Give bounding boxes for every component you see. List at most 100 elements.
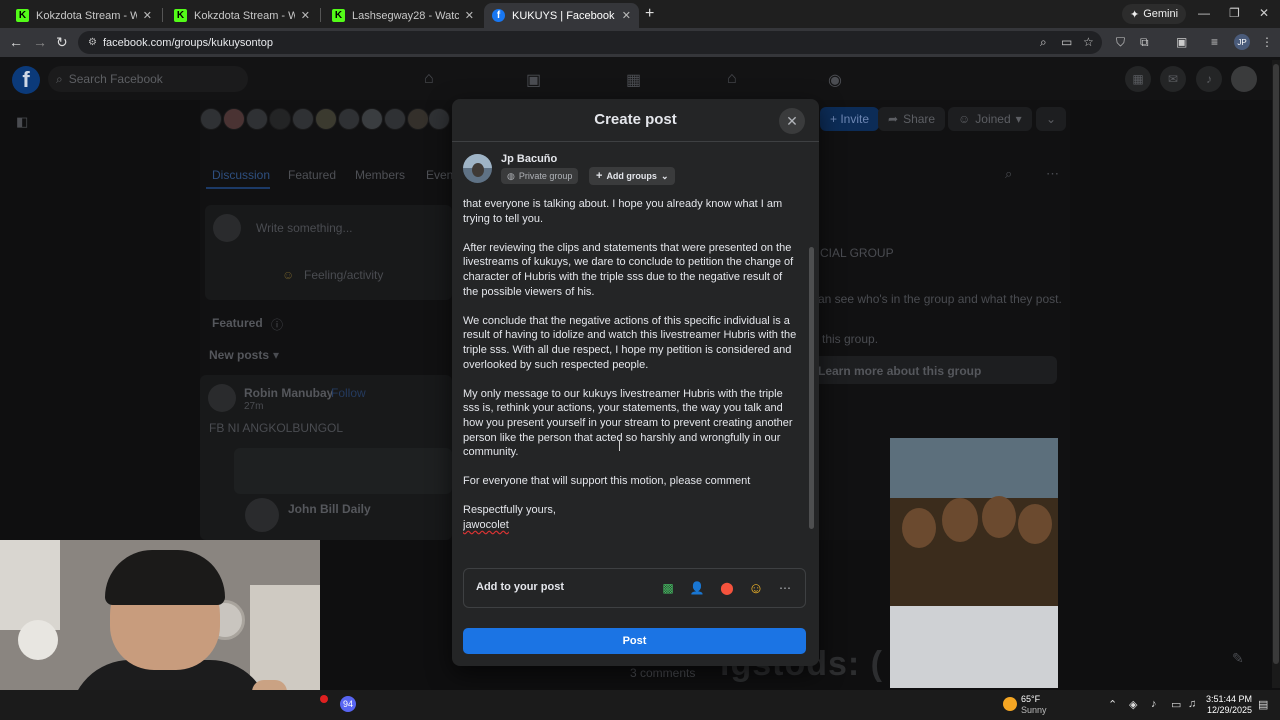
- reload-icon[interactable]: ↻: [56, 34, 68, 51]
- webcam-shelf: [250, 585, 320, 695]
- profile-avatar[interactable]: JP: [1234, 34, 1250, 50]
- close-dialog-button[interactable]: ✕: [779, 108, 805, 134]
- video-icon[interactable]: ▣: [526, 70, 541, 90]
- home-icon[interactable]: ⌂: [424, 70, 434, 88]
- close-icon[interactable]: ✕: [622, 9, 631, 22]
- post-author-name[interactable]: Robin Manubay: [244, 386, 333, 400]
- share-button[interactable]: ➦ Share: [878, 107, 946, 131]
- group-photo-thumbnail[interactable]: [890, 438, 1058, 688]
- member-avatar: [246, 108, 268, 130]
- editor-scrollbar-thumb[interactable]: [809, 247, 814, 529]
- composer-avatar: [213, 214, 241, 242]
- privacy-selector[interactable]: ◍ Private group: [501, 168, 579, 184]
- tag-people-icon[interactable]: 👤: [688, 579, 706, 597]
- feeling-emoji-icon[interactable]: ☺: [747, 579, 765, 597]
- window-close-icon[interactable]: ✕: [1259, 6, 1269, 20]
- extensions-icon[interactable]: ⧉: [1140, 35, 1149, 50]
- tab-featured[interactable]: Featured: [288, 168, 336, 182]
- zoom-icon[interactable]: ⌕: [1040, 35, 1047, 50]
- shared-post-image: [234, 448, 452, 494]
- edge-tray-icon[interactable]: ◈: [1129, 698, 1137, 711]
- tab-kokzdota-1[interactable]: K Kokzdota Stream - Watch Live o ✕: [8, 3, 160, 28]
- messenger-icon[interactable]: ✉: [1160, 66, 1186, 92]
- restore-icon[interactable]: ❐: [1229, 6, 1240, 20]
- system-clock[interactable]: 3:51:44 PM 12/29/2025: [1200, 694, 1252, 716]
- fb-account-avatar[interactable]: [1231, 66, 1257, 92]
- facebook-logo-icon[interactable]: f: [12, 66, 40, 94]
- composer-placeholder[interactable]: Write something...: [256, 221, 352, 235]
- member-avatar: [223, 108, 245, 130]
- page-scrollbar-thumb[interactable]: [1273, 64, 1279, 664]
- new-posts-sort[interactable]: New posts: [209, 348, 269, 362]
- gemini-button[interactable]: ✦ Gemini: [1122, 4, 1187, 24]
- groups-nav-icon[interactable]: ▦: [626, 70, 641, 90]
- composer-card: [205, 205, 452, 300]
- new-tab-plus-icon[interactable]: +: [645, 5, 654, 23]
- network-icon[interactable]: ▭: [1171, 698, 1181, 711]
- post-button[interactable]: Post: [463, 628, 806, 654]
- group-options-icon[interactable]: ⋯: [1046, 166, 1059, 182]
- post-paragraph-2: After reviewing the clips and statements…: [463, 241, 794, 298]
- clock-date: 12/29/2025: [1206, 705, 1252, 715]
- close-icon[interactable]: ✕: [465, 9, 474, 22]
- info-icon[interactable]: ⓘ: [271, 316, 283, 333]
- marketplace-icon[interactable]: ⌂: [727, 70, 737, 88]
- post-text-editor[interactable]: that everyone is talking about. I hope y…: [463, 197, 799, 537]
- notifications-bell-icon[interactable]: ♪: [1196, 66, 1222, 92]
- more-options-icon[interactable]: ⋯: [776, 579, 794, 597]
- menu-grid-icon[interactable]: ▦: [1125, 66, 1151, 92]
- kick-favicon-icon: K: [174, 9, 187, 22]
- cast-icon[interactable]: ▭: [1061, 35, 1072, 49]
- tab-kukuys-facebook[interactable]: f KUKUYS | Facebook ✕: [484, 3, 639, 28]
- kick-favicon-icon: K: [332, 9, 345, 22]
- tab-lashsegway[interactable]: K Lashsegway28 - Watch the VOD ✕: [324, 3, 482, 28]
- photo-face: [902, 508, 936, 548]
- post-author-avatar[interactable]: [208, 384, 236, 412]
- sidebar-icon[interactable]: ▣: [1176, 35, 1187, 49]
- dialog-title: Create post: [594, 111, 677, 128]
- tab-discussion[interactable]: Discussion: [212, 168, 270, 182]
- add-groups-label: Add groups: [606, 171, 657, 181]
- tab-events[interactable]: Events: [426, 168, 452, 182]
- photo-video-icon[interactable]: ▩: [659, 579, 677, 597]
- close-icon[interactable]: ✕: [143, 9, 152, 22]
- media-control-icon[interactable]: ≡: [1211, 35, 1218, 49]
- group-search-icon[interactable]: ⌕: [1005, 166, 1012, 182]
- feeling-activity-label[interactable]: Feeling/activity: [304, 268, 383, 282]
- collapse-sidebar-icon[interactable]: ◧: [16, 114, 28, 130]
- gaming-icon[interactable]: ◉: [828, 70, 842, 90]
- member-avatar: [338, 108, 360, 130]
- tab-members[interactable]: Members: [355, 168, 405, 182]
- group-more-button[interactable]: ⌄: [1036, 107, 1067, 131]
- new-message-icon[interactable]: ✎: [1232, 650, 1244, 667]
- menu-dots-icon[interactable]: ⋮: [1261, 35, 1273, 49]
- facebook-search-input[interactable]: ⌕ Search Facebook: [48, 66, 248, 92]
- microphone-icon[interactable]: ♪: [1151, 698, 1157, 710]
- invite-button[interactable]: + Invite: [820, 107, 880, 131]
- shield-icon[interactable]: ⛉: [1116, 35, 1125, 50]
- notification-center-icon[interactable]: ▤: [1258, 698, 1268, 711]
- site-info-icon[interactable]: ⚙: [88, 37, 97, 48]
- about-line-2: this group.: [822, 332, 879, 346]
- volume-icon[interactable]: ♫: [1188, 698, 1196, 710]
- joined-button[interactable]: ☺ Joined ▾: [948, 107, 1032, 131]
- dialog-divider: [452, 141, 819, 142]
- bookmark-star-icon[interactable]: ☆: [1083, 35, 1094, 49]
- address-bar[interactable]: ⚙ facebook.com/groups/kukuysontop: [78, 31, 1102, 54]
- tray-chevron-icon[interactable]: ⌃: [1108, 698, 1117, 711]
- back-arrow-icon[interactable]: ←: [9, 34, 23, 50]
- location-pin-icon[interactable]: ⬤: [718, 579, 736, 597]
- follow-link[interactable]: Follow: [331, 386, 366, 400]
- member-avatar: [269, 108, 291, 130]
- sort-chevron-icon[interactable]: ▾: [273, 348, 279, 362]
- close-icon[interactable]: ✕: [301, 9, 310, 22]
- add-groups-button[interactable]: + Add groups ⌄: [589, 167, 676, 185]
- discord-app-icon[interactable]: 94: [340, 696, 356, 712]
- tab-kokzdota-2[interactable]: K Kokzdota Stream - Watch Live o ✕: [166, 3, 318, 28]
- webcam-window-light: [0, 540, 60, 630]
- forward-arrow-icon[interactable]: →: [33, 34, 47, 50]
- sun-weather-icon[interactable]: [1003, 697, 1017, 711]
- post-timestamp: 27m: [244, 401, 264, 412]
- minimize-icon[interactable]: —: [1198, 6, 1210, 20]
- comments-count[interactable]: 3 comments: [630, 666, 695, 680]
